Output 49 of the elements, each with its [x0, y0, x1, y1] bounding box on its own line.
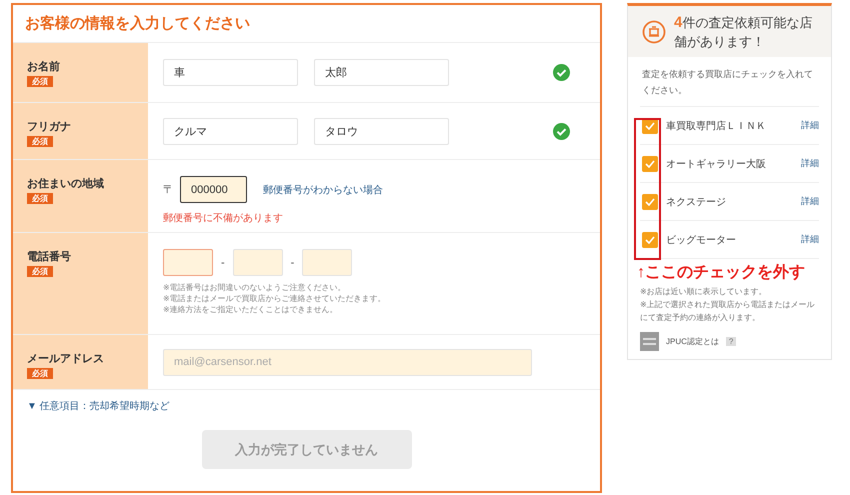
shop-name: ネクステージ [666, 196, 727, 208]
checkbox[interactable] [642, 156, 658, 172]
note-text: ※電話番号はお間違いのないようご注意ください。 [163, 282, 347, 293]
shop-name: 車買取専門店ＬＩＮＫ [666, 120, 767, 132]
required-badge: 必須 [27, 76, 53, 87]
note-text: ※電話またはメールで買取店からご連絡させていただきます。 [163, 293, 387, 304]
shop-name: オートギャラリー大阪 [666, 158, 767, 170]
text-field[interactable]: 車 [163, 59, 298, 86]
checkmark-icon [645, 160, 655, 168]
error-message: 郵便番号に不備があります [163, 212, 284, 225]
detail-link[interactable]: 詳細 [801, 157, 819, 170]
badge-icon [640, 332, 659, 351]
text-field[interactable]: 000000 [180, 176, 247, 203]
note-text: ※連絡方法をご指定いただくことはできません。 [163, 304, 339, 315]
checkbox[interactable] [642, 194, 658, 210]
email-field[interactable]: mail@carsensor.net [163, 348, 532, 376]
required-badge: 必須 [27, 368, 53, 379]
required-badge: 必須 [27, 136, 53, 147]
annotation-text: ↑ここのチェックを外す [637, 262, 805, 283]
shop-icon [642, 20, 666, 44]
note-text: ※お店は近い順に表示しています。 [640, 286, 768, 298]
panel-heading: 4件の査定依頼可能な店舗があります！ [674, 12, 814, 50]
detail-link[interactable]: 詳細 [801, 233, 819, 246]
jpuc-link[interactable]: JPUC認定とは [666, 336, 719, 347]
checkbox[interactable] [642, 232, 658, 248]
note-text: ※上記で選択された買取店から電話またはメールにて査定予約の連絡が入ります。 [640, 299, 816, 324]
field-label: お名前 [27, 60, 60, 74]
text-field[interactable]: タロウ [314, 118, 449, 144]
phone-field[interactable] [163, 249, 213, 276]
field-label: お住まいの地域 [27, 176, 104, 191]
shop-name: ビッグモーター [666, 234, 737, 246]
postal-mark: 〒 [163, 183, 174, 197]
required-badge: 必須 [27, 266, 53, 277]
detail-link[interactable]: 詳細 [801, 195, 819, 208]
checkmark-icon [645, 122, 655, 130]
required-badge: 必須 [27, 193, 53, 204]
field-label: 電話番号 [27, 250, 71, 264]
checkmark-icon [645, 198, 655, 206]
checkmark-icon [645, 236, 655, 244]
text-field[interactable]: 太郎 [314, 59, 449, 86]
text-field[interactable]: クルマ [163, 118, 298, 144]
optional-items-link[interactable]: ▼ 任意項目：売却希望時期など [27, 399, 170, 413]
postal-lookup-link[interactable]: 郵便番号がわからない場合 [263, 182, 383, 196]
intro-text: 査定を依頼する買取店にチェックを入れてください。 [641, 68, 814, 97]
separator: - [221, 256, 225, 268]
separator: - [290, 256, 294, 268]
detail-link[interactable]: 詳細 [801, 119, 819, 132]
field-label: メールアドレス [27, 352, 104, 366]
field-label: フリガナ [27, 120, 71, 134]
